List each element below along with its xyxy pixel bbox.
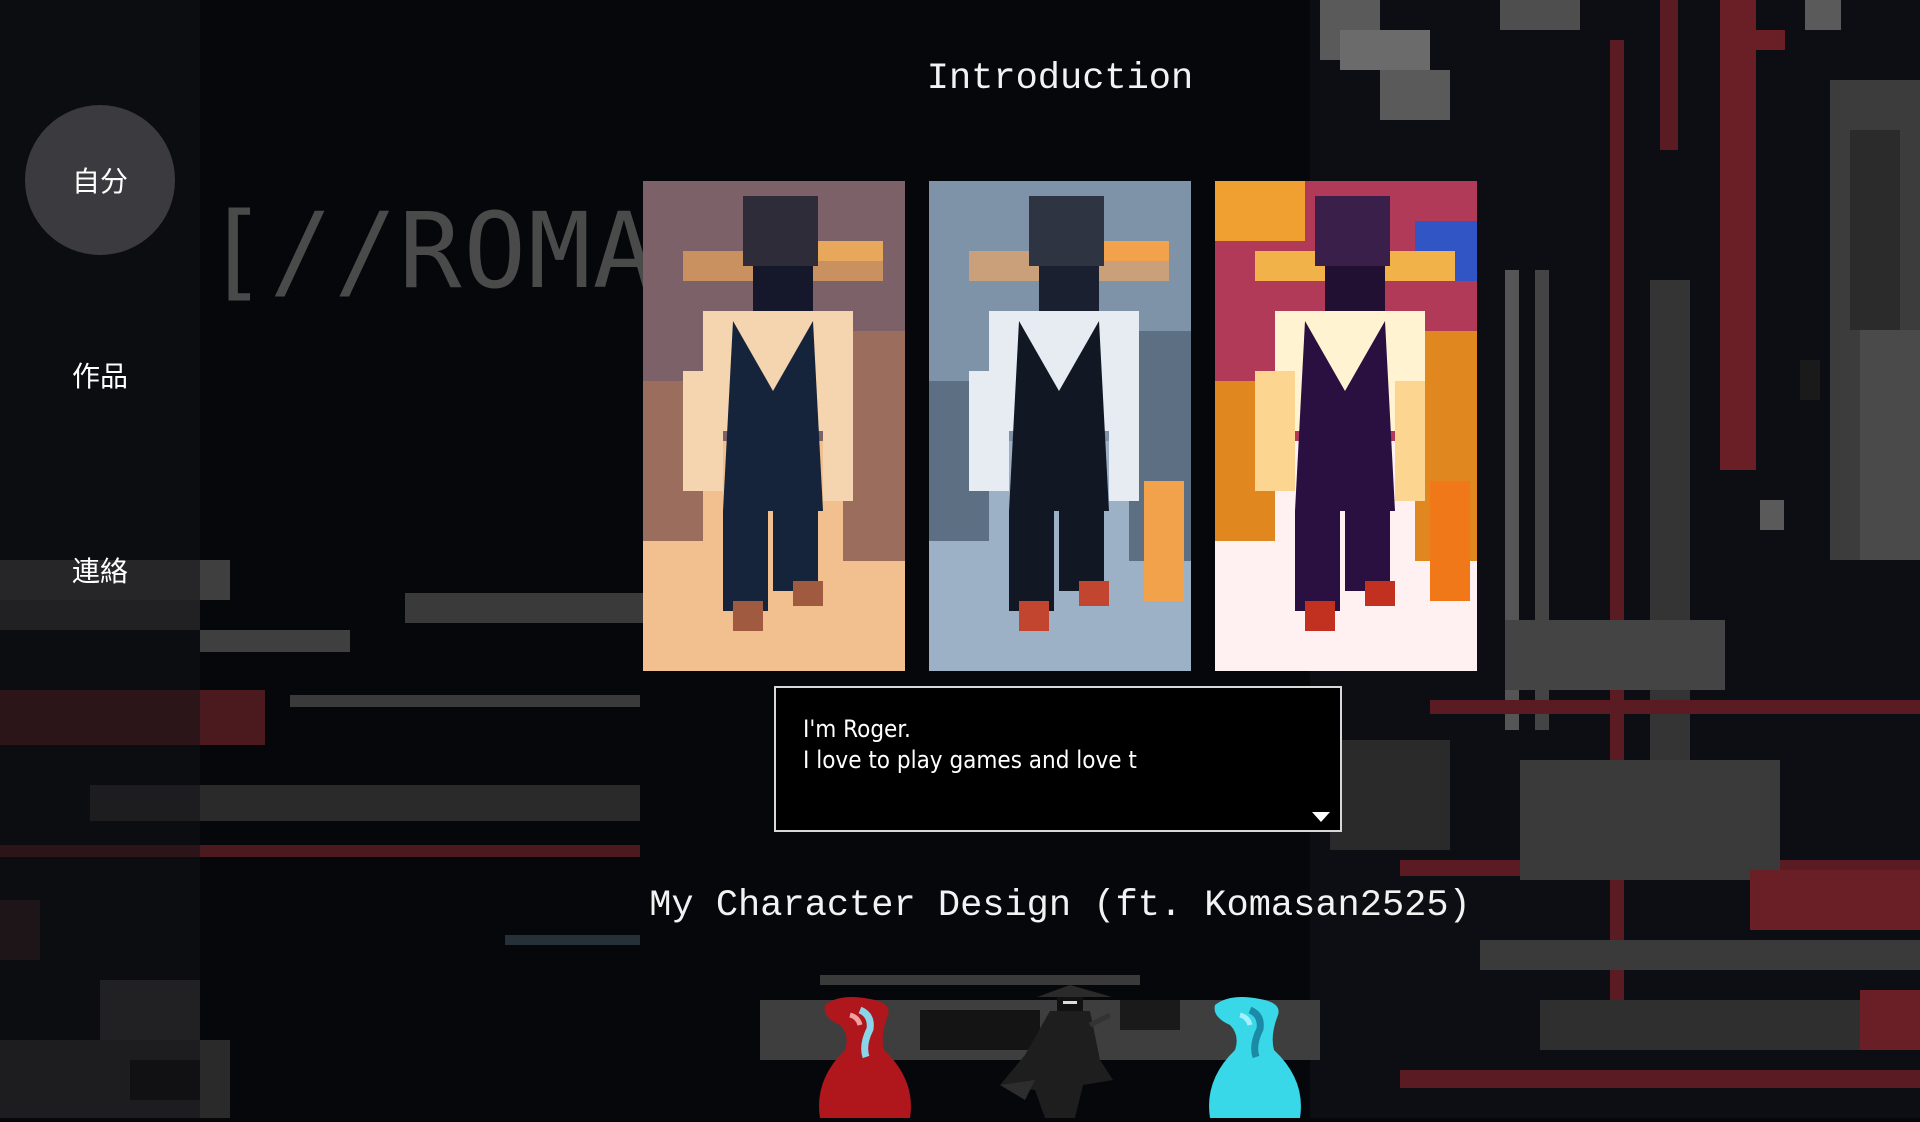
cyan-vase-character — [1200, 995, 1310, 1122]
triangle-down-icon[interactable] — [1312, 812, 1330, 822]
sidebar: 自分 作品 連絡 — [0, 0, 200, 1118]
introduction-title: Introduction — [926, 58, 1194, 100]
red-vase-character — [810, 995, 920, 1122]
dialog-box[interactable]: I'm Roger. I love to play games and love… — [774, 686, 1342, 832]
nav-item-self[interactable]: 自分 — [25, 105, 175, 255]
character-design-title: My Character Design (ft. Komasan2525) — [649, 885, 1471, 927]
portrait-blue — [929, 181, 1191, 671]
ninja-character — [995, 985, 1120, 1122]
nav-item-works[interactable]: 作品 — [25, 300, 175, 450]
dialog-text: I'm Roger. I love to play games and love… — [803, 715, 1137, 774]
portrait-vivid — [1215, 181, 1477, 671]
nav-item-contact[interactable]: 連絡 — [25, 495, 175, 645]
portrait-sepia — [643, 181, 905, 671]
